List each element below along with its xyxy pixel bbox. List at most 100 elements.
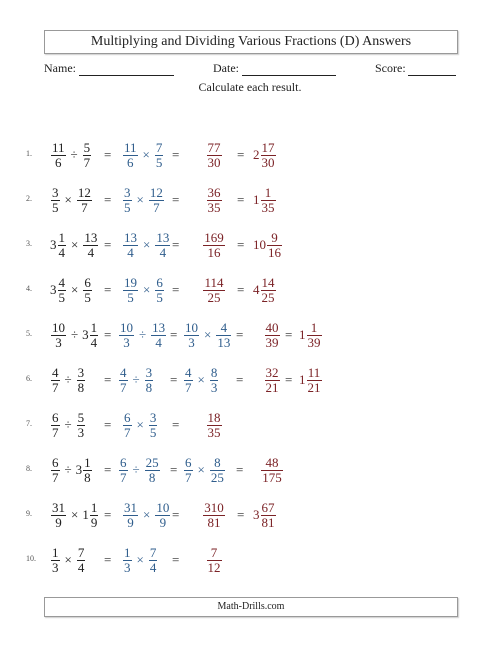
operator: ÷ xyxy=(132,372,140,387)
equals-sign: = xyxy=(104,282,112,297)
answer-mixed-number: 1 1 35 xyxy=(253,180,277,220)
fraction: 74 xyxy=(76,545,86,575)
denominator: 35 xyxy=(207,199,221,215)
equals-sign: = xyxy=(104,462,112,477)
fraction: 40 39 xyxy=(264,319,280,350)
whole-number: 3 xyxy=(50,237,57,252)
problem-number: 1. xyxy=(26,149,32,158)
operator: × xyxy=(71,237,79,252)
question: 4 7 ÷ 3 8 xyxy=(50,360,86,400)
numerator: 11 xyxy=(307,364,321,380)
operator: × xyxy=(143,282,151,297)
score-line xyxy=(408,75,456,76)
denominator: 13 xyxy=(217,334,231,350)
equals-sign: = xyxy=(104,237,112,252)
operator: ÷ xyxy=(64,462,72,477)
denominator: 5 xyxy=(52,199,59,215)
denominator: 30 xyxy=(261,154,275,170)
fraction: 12 7 xyxy=(148,185,164,215)
denominator: 9 xyxy=(90,514,98,530)
whole-number: 2 xyxy=(253,147,260,162)
operator: ÷ xyxy=(64,417,72,432)
denominator: 81 xyxy=(207,514,221,530)
fraction: 31 9 xyxy=(51,500,66,530)
numerator: 3 xyxy=(145,364,153,380)
denominator: 8 xyxy=(84,469,91,485)
fraction: 25 8 xyxy=(144,455,160,485)
equals-sign: = xyxy=(104,327,112,342)
operator: × xyxy=(71,507,79,522)
operator: ÷ xyxy=(139,327,147,342)
fraction: 36 35 xyxy=(206,184,222,215)
fraction: 310 81 xyxy=(203,499,225,530)
denominator: 7 xyxy=(52,424,59,440)
denominator: 7 xyxy=(185,379,192,395)
numerator: 6 xyxy=(120,454,127,470)
fraction: 57 xyxy=(82,140,92,170)
fraction: 38 xyxy=(76,365,86,395)
denominator: 4 xyxy=(58,244,66,260)
numerator: 40 xyxy=(265,319,279,335)
operator: × xyxy=(204,327,212,342)
score-label: Score: xyxy=(375,61,406,75)
numerator: 36 xyxy=(207,184,221,200)
problem-number: 9. xyxy=(26,509,32,518)
denominator: 9 xyxy=(127,514,134,530)
numerator: 1 xyxy=(264,184,272,200)
operator: × xyxy=(136,192,144,207)
fraction: 83 xyxy=(209,365,219,395)
problem-number: 4. xyxy=(26,284,32,293)
numerator: 4 xyxy=(58,274,66,290)
problem-number: 10. xyxy=(26,554,36,563)
question: 3 1 4 × 13 4 xyxy=(50,225,99,265)
operator: × xyxy=(142,147,150,162)
denominator: 81 xyxy=(261,514,275,530)
question: 10 3 ÷ 3 1 4 xyxy=(50,315,99,355)
fraction: 12 7 xyxy=(76,184,92,215)
denominator: 4 xyxy=(149,559,157,575)
fraction: 10 3 xyxy=(119,320,134,350)
operator: × xyxy=(136,552,144,567)
fraction: 47 xyxy=(184,365,193,395)
denominator: 25 xyxy=(210,469,224,485)
numerator: 1 xyxy=(90,499,98,515)
numerator: 13 xyxy=(124,229,137,245)
numerator: 6 xyxy=(124,409,131,425)
equals-sign: = xyxy=(172,192,180,207)
numerator: 310 xyxy=(204,499,224,515)
denominator: 21 xyxy=(265,379,279,395)
denominator: 4 xyxy=(77,559,85,575)
denominator: 7 xyxy=(124,424,131,440)
numerator: 1 xyxy=(52,544,59,560)
numerator: 48 xyxy=(265,454,279,470)
equals-sign: = xyxy=(172,282,180,297)
operator: × xyxy=(143,507,151,522)
fraction: 14 xyxy=(89,319,99,350)
denominator: 5 xyxy=(155,154,163,170)
answer-mixed-number: 1 1 39 xyxy=(299,315,323,355)
fraction: 75 xyxy=(154,140,164,170)
numerator: 5 xyxy=(77,409,85,425)
numerator: 6 xyxy=(52,409,59,425)
denominator: 25 xyxy=(261,289,275,305)
operator: × xyxy=(136,417,144,432)
numerator: 7 xyxy=(210,544,218,560)
fraction: 74 xyxy=(148,545,158,575)
problem-row: 6. 4 7 ÷ 3 8 = 4 7 ÷ 3 8 = 4 7 × 8 3 = 32 21 = 1 11 21 xyxy=(0,360,500,400)
equals-sign: = xyxy=(237,192,245,207)
numerator: 4 xyxy=(52,364,59,380)
fraction: 65 xyxy=(155,275,164,305)
denominator: 5 xyxy=(149,424,157,440)
whole-number: 3 xyxy=(50,282,57,297)
answer-mixed-number: 1 11 21 xyxy=(299,360,323,400)
equals-sign: = xyxy=(237,237,245,252)
numerator: 32 xyxy=(265,364,279,380)
question: 31 9 × 1 1 9 xyxy=(50,495,99,535)
instructions: Calculate each result. xyxy=(198,80,302,94)
equals-sign: = xyxy=(172,507,180,522)
problem-row: 1. 11 6 ÷ 5 7 = 11 6 × 7 5 = 77 30 = 2 17 30 xyxy=(0,135,500,175)
numerator: 1 xyxy=(90,319,98,335)
fraction: 18 xyxy=(83,455,92,485)
fraction: 13 4 xyxy=(123,229,138,260)
numerator: 12 xyxy=(77,184,91,200)
